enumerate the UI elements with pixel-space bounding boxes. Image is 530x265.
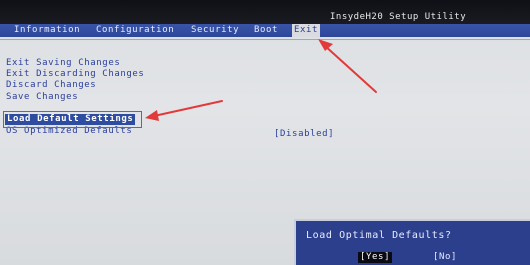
dialog-title: Load Optimal Defaults? xyxy=(306,230,452,241)
bios-screen: InsydeH20 Setup Utility Information Conf… xyxy=(0,0,530,265)
annotation-highlight-box xyxy=(3,111,142,128)
annotation-arrowhead-exit-tab xyxy=(318,39,333,51)
confirm-dialog: Load Optimal Defaults? [Yes] [No] xyxy=(294,219,530,265)
option-save-changes[interactable]: Save Changes xyxy=(6,92,78,103)
annotation-arrow-load-default xyxy=(153,100,223,117)
no-button[interactable]: [No] xyxy=(433,252,457,263)
menu-bar: Information Configuration Security Boot … xyxy=(0,24,530,37)
content-divider xyxy=(0,39,530,40)
annotation-arrowhead-load-default xyxy=(145,110,159,121)
tab-security[interactable]: Security xyxy=(191,25,239,36)
option-exit-discarding-changes[interactable]: Exit Discarding Changes xyxy=(6,69,144,80)
window-title: InsydeH20 Setup Utility xyxy=(330,12,467,22)
tab-information[interactable]: Information xyxy=(14,25,80,36)
tab-configuration[interactable]: Configuration xyxy=(96,25,174,36)
tab-boot[interactable]: Boot xyxy=(254,25,278,36)
os-optimized-defaults-value[interactable]: [Disabled] xyxy=(274,129,334,139)
option-discard-changes[interactable]: Discard Changes xyxy=(6,80,96,91)
tab-exit[interactable]: Exit xyxy=(292,24,321,37)
annotation-arrow-exit-tab xyxy=(323,44,377,93)
option-exit-saving-changes[interactable]: Exit Saving Changes xyxy=(6,58,120,69)
title-bar: InsydeH20 Setup Utility xyxy=(0,0,530,24)
yes-button[interactable]: [Yes] xyxy=(358,252,393,263)
